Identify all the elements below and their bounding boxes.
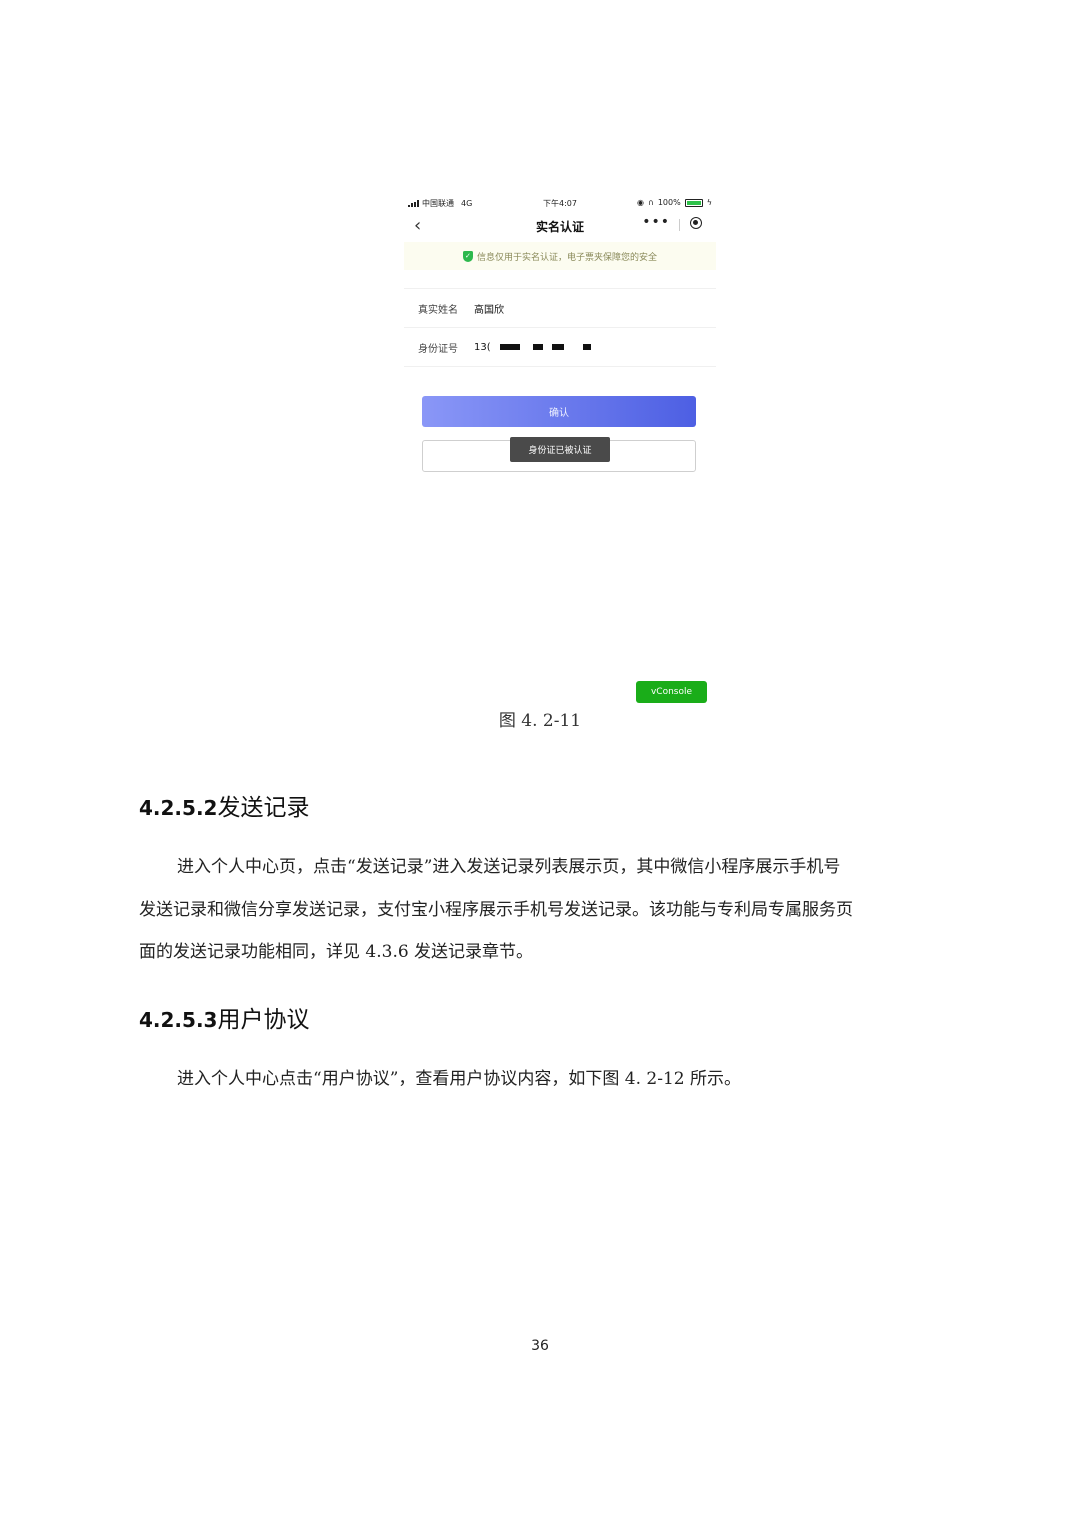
charging-icon: ϟ xyxy=(706,198,712,207)
id-number-visible: 13( xyxy=(474,341,491,353)
id-number-field[interactable]: 13( xyxy=(474,341,592,353)
headphone-icon: ∩ xyxy=(647,198,654,207)
paragraph-line: 发送记录和微信分享发送记录，支付宝小程序展示手机号发送记录。该功能与专利局专属服… xyxy=(139,899,853,920)
phone-screenshot: 中国联通 4G 下午4:07 ◉ ∩ 100% ϟ ‹ 实名认证 ••• ✓ 信… xyxy=(404,192,716,712)
page-number: 36 xyxy=(531,1338,549,1354)
section-number: 4.2.5.2 xyxy=(139,796,218,820)
location-icon: ◉ xyxy=(637,198,644,207)
nav-divider xyxy=(679,219,680,231)
shield-check-icon: ✓ xyxy=(462,250,473,262)
paragraph-line: 进入个人中心点击“用户协议”，查看用户协议内容，如下图 4. 2-12 所示。 xyxy=(177,1069,742,1089)
toast-message: 身份证已被认证 xyxy=(510,437,610,462)
redaction-mark xyxy=(499,343,520,350)
close-miniprogram-icon[interactable] xyxy=(690,217,702,229)
section-title: 用户协议 xyxy=(217,1007,310,1033)
id-row: 身份证号 13( xyxy=(404,327,716,367)
redaction-mark xyxy=(552,343,565,350)
nav-bar: ‹ 实名认证 ••• xyxy=(404,214,716,240)
paragraph-user-agreement: 进入个人中心点击“用户协议”，查看用户协议内容，如下图 4. 2-12 所示。 xyxy=(139,1058,944,1101)
name-row: 真实姓名 高国欣 xyxy=(404,288,716,327)
paragraph-line: 进入个人中心页，点击“发送记录”进入发送记录列表展示页，其中微信小程序展示手机号 xyxy=(177,857,841,877)
paragraph-line: 面的发送记录功能相同，详见 4.3.6 发送记录章节。 xyxy=(139,942,534,962)
name-field[interactable]: 高国欣 xyxy=(474,301,504,316)
redaction-mark xyxy=(533,343,544,350)
section-number: 4.2.5.3 xyxy=(139,1008,218,1032)
confirm-button[interactable]: 确认 xyxy=(422,396,696,427)
section-title: 发送记录 xyxy=(217,795,310,821)
id-label: 身份证号 xyxy=(418,343,458,355)
vconsole-button[interactable]: vConsole xyxy=(636,681,707,703)
security-notice: ✓ 信息仅用于实名认证，电子票夹保障您的安全 xyxy=(404,242,716,270)
more-menu-icon[interactable]: ••• xyxy=(642,214,670,230)
verification-form: 真实姓名 高国欣 身份证号 13( xyxy=(404,288,716,367)
name-label: 真实姓名 xyxy=(418,304,458,316)
figure-caption: 图 4. 2-11 xyxy=(498,711,582,731)
paragraph-send-records: 进入个人中心页，点击“发送记录”进入发送记录列表展示页，其中微信小程序展示手机号… xyxy=(139,846,944,974)
status-bar: 中国联通 4G 下午4:07 ◉ ∩ 100% ϟ xyxy=(404,198,716,212)
battery-percent: 100% xyxy=(657,198,681,207)
redaction-mark xyxy=(583,343,592,350)
security-notice-text: 信息仅用于实名认证，电子票夹保障您的安全 xyxy=(476,252,657,263)
section-heading-send-records: 4.2.5.2发送记录 xyxy=(139,788,309,822)
section-heading-user-agreement: 4.2.5.3用户协议 xyxy=(139,1000,309,1034)
battery-icon xyxy=(684,198,703,207)
